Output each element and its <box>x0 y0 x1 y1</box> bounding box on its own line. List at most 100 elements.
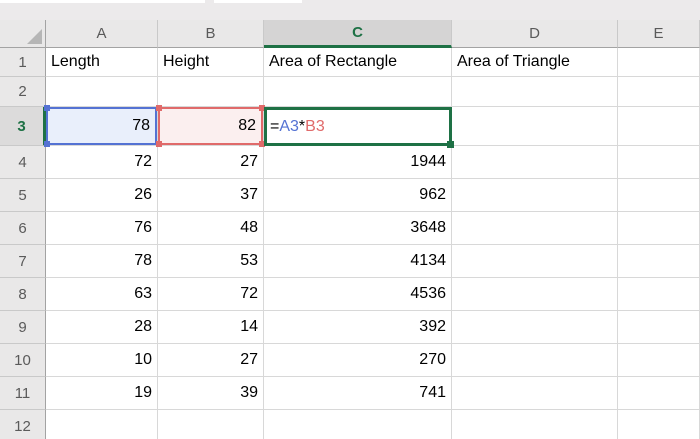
cell-A6[interactable]: 76 <box>46 212 158 245</box>
formula-bar-bottom-edge[interactable] <box>214 0 302 3</box>
worksheet-grid: ABCDE1LengthHeightArea of RectangleArea … <box>0 20 700 439</box>
row-header-10[interactable]: 10 <box>0 344 46 377</box>
cell-D3[interactable] <box>452 107 618 146</box>
cell-C4[interactable]: 1944 <box>264 146 452 179</box>
cell-D6[interactable] <box>452 212 618 245</box>
cell-A4[interactable]: 72 <box>46 146 158 179</box>
row-header-5[interactable]: 5 <box>0 179 46 212</box>
cell-A1[interactable]: Length <box>46 48 158 77</box>
row-header-3[interactable]: 3 <box>0 107 46 146</box>
range-handle[interactable] <box>44 105 50 111</box>
cell-E4[interactable] <box>618 146 700 179</box>
sheet-row: 3 78 82 =A3*B3 <box>0 107 700 146</box>
cell-E12[interactable] <box>618 410 700 439</box>
range-handle[interactable] <box>44 141 50 147</box>
fill-handle[interactable] <box>447 141 454 148</box>
row-header-9[interactable]: 9 <box>0 311 46 344</box>
range-handle[interactable] <box>156 141 162 147</box>
cell-B11[interactable]: 39 <box>158 377 264 410</box>
cell-value: 82 <box>238 117 256 135</box>
cell-A5[interactable]: 26 <box>46 179 158 212</box>
cell-D1[interactable]: Area of Triangle <box>452 48 618 77</box>
cell-B12[interactable] <box>158 410 264 439</box>
cell-value: 78 <box>132 117 150 135</box>
cell-E1[interactable] <box>618 48 700 77</box>
cell-B4[interactable]: 27 <box>158 146 264 179</box>
cell-B9[interactable]: 14 <box>158 311 264 344</box>
cell-C3-formula-editor[interactable]: =A3*B3 <box>264 107 452 146</box>
cell-C5[interactable]: 962 <box>264 179 452 212</box>
cell-A10[interactable]: 10 <box>46 344 158 377</box>
cell-B7[interactable]: 53 <box>158 245 264 278</box>
cell-B5[interactable]: 37 <box>158 179 264 212</box>
cell-B2[interactable] <box>158 77 264 107</box>
row-header-4[interactable]: 4 <box>0 146 46 179</box>
cell-E9[interactable] <box>618 311 700 344</box>
cell-A12[interactable] <box>46 410 158 439</box>
cell-A8[interactable]: 63 <box>46 278 158 311</box>
cell-B3[interactable]: 82 <box>158 107 264 146</box>
cell-E7[interactable] <box>618 245 700 278</box>
column-header-B[interactable]: B <box>158 20 264 48</box>
column-header-A[interactable]: A <box>46 20 158 48</box>
cell-D5[interactable] <box>452 179 618 212</box>
column-header-D[interactable]: D <box>452 20 618 48</box>
cell-A9[interactable]: 28 <box>46 311 158 344</box>
row-header-6[interactable]: 6 <box>0 212 46 245</box>
range-handle[interactable] <box>156 105 162 111</box>
cell-D9[interactable] <box>452 311 618 344</box>
cell-C9[interactable]: 392 <box>264 311 452 344</box>
cell-C2[interactable] <box>264 77 452 107</box>
sheet-row: 111939741 <box>0 377 700 410</box>
cell-C1[interactable]: Area of Rectangle <box>264 48 452 77</box>
formula-bar-strip <box>0 0 700 20</box>
row-header-7[interactable]: 7 <box>0 245 46 278</box>
formula-equals-sign: = <box>270 118 279 136</box>
range-highlight-a3[interactable]: 78 <box>46 107 157 145</box>
cell-A11[interactable]: 19 <box>46 377 158 410</box>
cell-A3[interactable]: 78 <box>46 107 158 146</box>
cell-C8[interactable]: 4536 <box>264 278 452 311</box>
row-header-11[interactable]: 11 <box>0 377 46 410</box>
cell-E3[interactable] <box>618 107 700 146</box>
cell-D2[interactable] <box>452 77 618 107</box>
formula-ref-b3: B3 <box>305 118 325 136</box>
cell-D11[interactable] <box>452 377 618 410</box>
range-highlight-b3[interactable]: 82 <box>158 107 263 145</box>
select-all-button[interactable] <box>0 20 46 48</box>
cell-E2[interactable] <box>618 77 700 107</box>
column-header-E[interactable]: E <box>618 20 700 48</box>
cell-E11[interactable] <box>618 377 700 410</box>
cell-B6[interactable]: 48 <box>158 212 264 245</box>
cell-A7[interactable]: 78 <box>46 245 158 278</box>
cell-D12[interactable] <box>452 410 618 439</box>
sheet-row: 92814392 <box>0 311 700 344</box>
cell-D7[interactable] <box>452 245 618 278</box>
cell-D10[interactable] <box>452 344 618 377</box>
cell-E6[interactable] <box>618 212 700 245</box>
cell-B8[interactable]: 72 <box>158 278 264 311</box>
cell-C6[interactable]: 3648 <box>264 212 452 245</box>
cell-C7[interactable]: 4134 <box>264 245 452 278</box>
column-header-row: ABCDE <box>0 20 700 48</box>
column-header-C[interactable]: C <box>264 20 452 48</box>
row-header-12[interactable]: 12 <box>0 410 46 439</box>
cell-D4[interactable] <box>452 146 618 179</box>
sheet-row: 472271944 <box>0 146 700 179</box>
cell-B10[interactable]: 27 <box>158 344 264 377</box>
name-box-bottom-edge[interactable] <box>0 0 205 3</box>
row-header-1[interactable]: 1 <box>0 48 46 77</box>
cell-A2[interactable] <box>46 77 158 107</box>
sheet-row: 778534134 <box>0 245 700 278</box>
cell-E8[interactable] <box>618 278 700 311</box>
cell-E10[interactable] <box>618 344 700 377</box>
cell-B1[interactable]: Height <box>158 48 264 77</box>
cell-C11[interactable]: 741 <box>264 377 452 410</box>
cell-D8[interactable] <box>452 278 618 311</box>
row-header-2[interactable]: 2 <box>0 77 46 107</box>
sheet-row: 2 <box>0 77 700 107</box>
cell-C10[interactable]: 270 <box>264 344 452 377</box>
cell-E5[interactable] <box>618 179 700 212</box>
row-header-8[interactable]: 8 <box>0 278 46 311</box>
cell-C12[interactable] <box>264 410 452 439</box>
